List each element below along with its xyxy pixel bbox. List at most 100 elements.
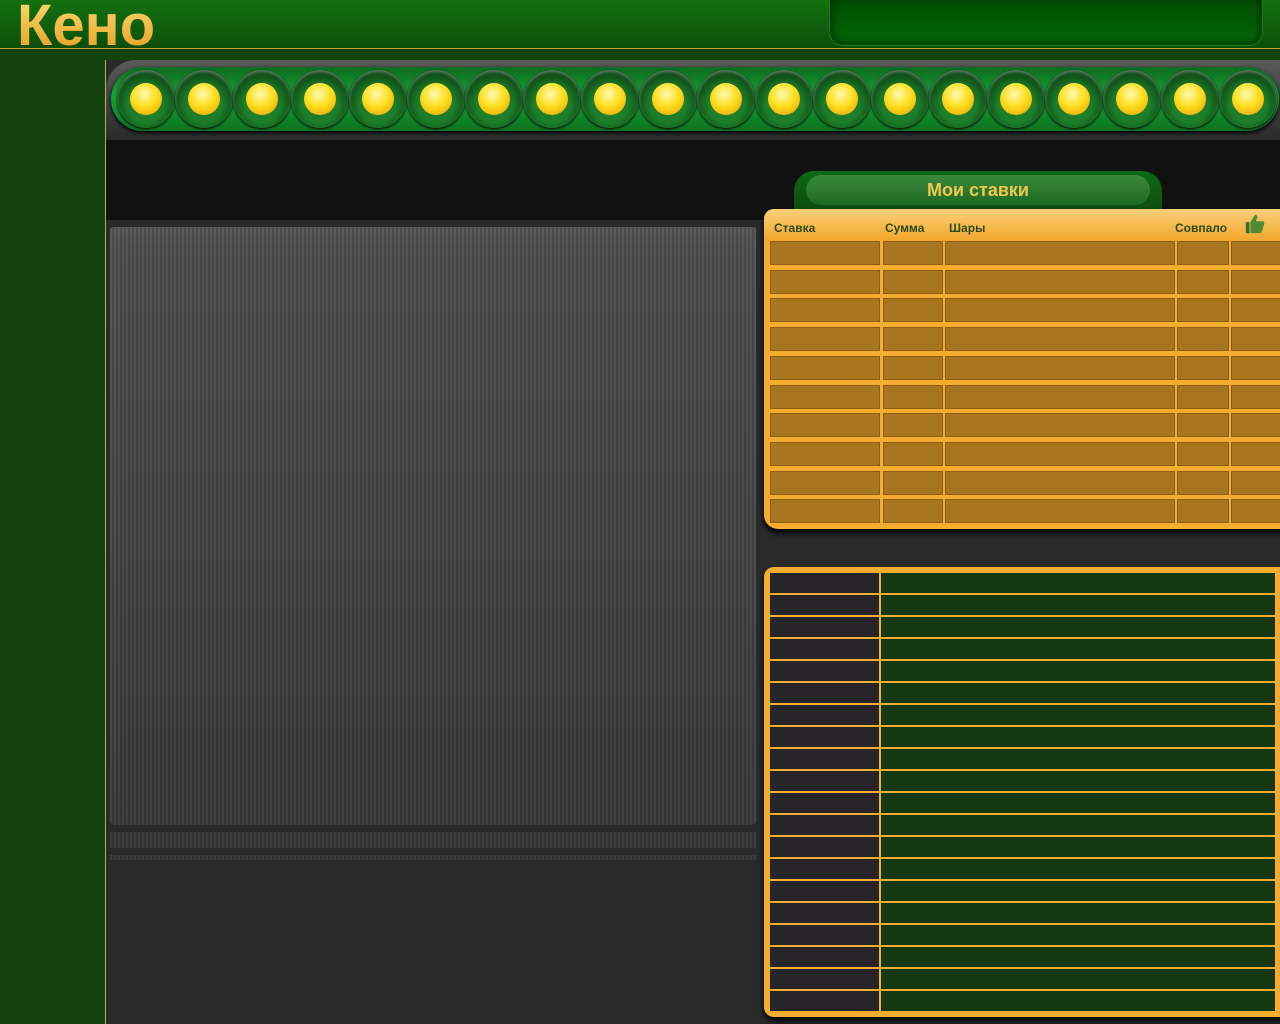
bet-cell	[883, 241, 943, 265]
bet-cell	[1231, 355, 1280, 380]
drawn-ball	[581, 70, 639, 128]
bet-cell	[945, 355, 1175, 380]
bet-cell	[883, 269, 943, 294]
bet-cell	[883, 413, 943, 438]
bet-cell	[945, 327, 1175, 352]
bet-cell	[1177, 499, 1229, 524]
result-cell-value	[881, 727, 1275, 747]
bet-cell	[770, 384, 880, 409]
result-cell-value	[881, 881, 1275, 901]
result-cell-label	[770, 815, 879, 835]
result-cell-label	[770, 991, 879, 1011]
result-cell-label	[770, 925, 879, 945]
result-cell-value	[881, 793, 1275, 813]
drawn-ball	[291, 70, 349, 128]
bet-cell	[1231, 441, 1280, 466]
drawn-ball	[1161, 70, 1219, 128]
drawn-ball	[117, 70, 175, 128]
drawn-ball	[987, 70, 1045, 128]
bet-cell	[945, 441, 1175, 466]
result-cell-value	[881, 661, 1275, 681]
bet-cell	[770, 499, 880, 524]
result-cell-label	[770, 573, 879, 593]
bet-cell	[770, 413, 880, 438]
result-cell-value	[881, 815, 1275, 835]
bet-cell	[945, 470, 1175, 495]
bet-cell	[883, 384, 943, 409]
result-cell-value	[881, 969, 1275, 989]
result-cell-label	[770, 881, 879, 901]
result-cell-label	[770, 661, 879, 681]
bet-cell	[1177, 441, 1229, 466]
result-cell-label	[770, 903, 879, 923]
drawn-ball	[929, 70, 987, 128]
drawn-ball	[175, 70, 233, 128]
result-cell-label	[770, 793, 879, 813]
my-bets-tab[interactable]: Мои ставки	[794, 171, 1162, 213]
result-cell-value	[881, 705, 1275, 725]
result-row	[770, 881, 1275, 901]
drawn-ball	[1045, 70, 1103, 128]
result-row	[770, 859, 1275, 879]
bet-cell	[1177, 384, 1229, 409]
bet-cell	[770, 269, 880, 294]
drawn-ball	[233, 70, 291, 128]
bet-cell	[1177, 413, 1229, 438]
bet-cell	[1231, 384, 1280, 409]
result-cell-value	[881, 991, 1275, 1011]
drawn-ball	[639, 70, 697, 128]
header-bar: Кено	[0, 0, 1280, 58]
result-cell-label	[770, 683, 879, 703]
bet-cell	[770, 327, 880, 352]
result-cell-value	[881, 639, 1275, 659]
bet-cell	[945, 384, 1175, 409]
bet-cell	[1231, 327, 1280, 352]
bet-cell	[1231, 298, 1280, 323]
drawn-ball	[755, 70, 813, 128]
result-row	[770, 595, 1275, 615]
bet-cell	[1231, 499, 1280, 524]
result-cell-value	[881, 859, 1275, 879]
result-cell-value	[881, 573, 1275, 593]
column-header-matched: Совпало	[1175, 221, 1228, 235]
thumbs-up-icon	[1245, 214, 1265, 234]
bet-cell	[770, 470, 880, 495]
bet-cell	[1177, 327, 1229, 352]
results-table	[764, 567, 1280, 1017]
result-cell-label	[770, 639, 879, 659]
screen-status-strip	[110, 832, 756, 848]
result-cell-label	[770, 727, 879, 747]
result-row	[770, 815, 1275, 835]
drawn-ball	[697, 70, 755, 128]
column-header-amount: Сумма	[885, 221, 925, 235]
drawn-ball	[349, 70, 407, 128]
drawn-ball	[523, 70, 581, 128]
bet-cell	[883, 327, 943, 352]
result-row	[770, 837, 1275, 857]
result-cell-value	[881, 749, 1275, 769]
drawn-ball	[1219, 70, 1277, 128]
result-cell-label	[770, 749, 879, 769]
bet-cell	[1177, 470, 1229, 495]
bet-cell	[883, 355, 943, 380]
result-cell-value	[881, 947, 1275, 967]
bet-cell	[770, 355, 880, 380]
result-cell-value	[881, 683, 1275, 703]
bet-cell	[945, 499, 1175, 524]
screen-divider	[110, 855, 756, 860]
my-bets-title: Мои ставки	[806, 175, 1150, 205]
result-cell-value	[881, 925, 1275, 945]
result-cell-label	[770, 837, 879, 857]
result-row	[770, 617, 1275, 637]
game-logo: Кено	[17, 0, 155, 59]
drawn-ball	[407, 70, 465, 128]
bet-cell	[1177, 269, 1229, 294]
result-cell-label	[770, 771, 879, 791]
result-row	[770, 969, 1275, 989]
bet-cell	[770, 441, 880, 466]
result-cell-label	[770, 969, 879, 989]
result-row	[770, 991, 1275, 1011]
drawn-ball	[871, 70, 929, 128]
result-row	[770, 947, 1275, 967]
bet-cell	[945, 298, 1175, 323]
